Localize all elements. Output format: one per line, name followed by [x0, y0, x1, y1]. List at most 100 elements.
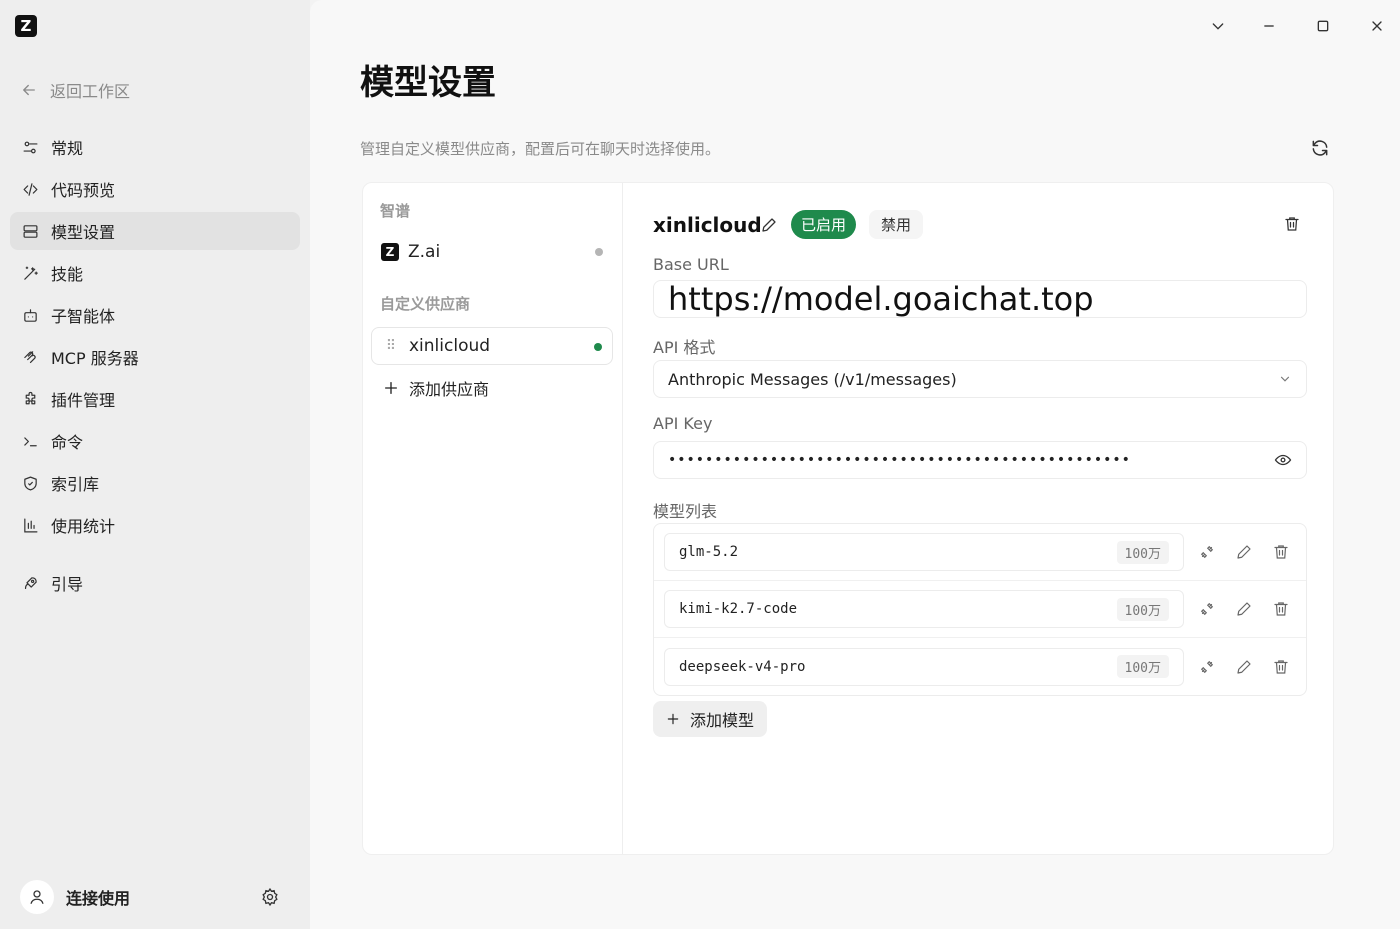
- connect-test-icon[interactable]: [1198, 600, 1216, 618]
- api-key-label: API Key: [653, 414, 713, 433]
- page-title: 模型设置: [360, 63, 496, 103]
- trash-icon[interactable]: [1272, 600, 1290, 618]
- model-name: kimi-k2.7-code: [679, 601, 798, 617]
- nav-item-commands[interactable]: 命令: [10, 422, 300, 460]
- status-dot: [595, 248, 603, 256]
- nav-item-guide[interactable]: 引导: [10, 564, 290, 602]
- plus-icon: [385, 382, 397, 394]
- user-bar: 连接使用: [20, 878, 290, 916]
- model-name-field[interactable]: glm-5.2 100万: [664, 533, 1184, 571]
- model-name-field[interactable]: kimi-k2.7-code 100万: [664, 590, 1184, 628]
- provider-item-zai[interactable]: Z Z.ai: [371, 233, 613, 271]
- pencil-icon[interactable]: [760, 216, 778, 234]
- status-dot: [594, 343, 602, 351]
- pencil-icon[interactable]: [1235, 658, 1253, 676]
- model-list: glm-5.2 100万 kimi-k2.7-code 100万 deepsee…: [653, 523, 1307, 696]
- close-icon: [1372, 21, 1382, 31]
- nav-item-mcp-servers[interactable]: MCP 服务器: [10, 338, 300, 376]
- nav-label: MCP 服务器: [51, 349, 139, 368]
- close-window-button[interactable]: [1365, 14, 1389, 38]
- nav-item-index[interactable]: 索引库: [10, 464, 300, 502]
- zai-logo-icon: Z: [381, 243, 399, 261]
- rocket-icon: [24, 576, 37, 589]
- magic-wand-icon: [24, 266, 38, 280]
- eye-icon[interactable]: [1274, 451, 1292, 469]
- trash-icon[interactable]: [1283, 215, 1301, 233]
- model-name-field[interactable]: deepseek-v4-pro 100万: [664, 647, 1184, 686]
- trash-icon[interactable]: [1272, 658, 1290, 676]
- disable-button[interactable]: 禁用: [869, 210, 924, 239]
- refresh-icon[interactable]: [1310, 138, 1330, 158]
- model-list-label: 模型列表: [653, 502, 718, 521]
- minimize-icon: [1264, 25, 1274, 27]
- maximize-icon: [1317, 20, 1329, 32]
- model-row: deepseek-v4-pro 100万: [654, 638, 1306, 695]
- api-key-input[interactable]: ••••••••••••••••••••••••••••••••••••••••…: [653, 441, 1307, 479]
- custom-section-label: 自定义供应商: [380, 295, 471, 313]
- nav-label: 常规: [51, 139, 84, 158]
- provider-name: xinlicloud: [409, 336, 491, 356]
- chevron-down-icon: [1212, 23, 1224, 30]
- pencil-icon[interactable]: [1235, 600, 1253, 618]
- connect-test-icon[interactable]: [1198, 658, 1216, 676]
- settings-nav: 常规 代码预览 模型设置 技能 子智能体 MCP 服务器 插件管理 命令 索引库…: [10, 128, 300, 548]
- back-to-workspace-link[interactable]: 返回工作区: [20, 78, 130, 102]
- model-row: kimi-k2.7-code 100万: [654, 581, 1306, 638]
- api-format-select[interactable]: Anthropic Messages (/v1/messages): [653, 360, 1307, 398]
- add-model-label: 添加模型: [690, 711, 755, 730]
- maximize-button[interactable]: [1311, 14, 1335, 38]
- nav-label: 代码预览: [51, 181, 116, 200]
- nav-item-model-settings[interactable]: 模型设置: [10, 212, 300, 250]
- back-label: 返回工作区: [50, 82, 131, 101]
- add-model-button[interactable]: 添加模型: [653, 701, 768, 737]
- code-icon: [23, 182, 38, 196]
- server-icon: [23, 224, 38, 238]
- minimize-button[interactable]: [1257, 14, 1281, 38]
- plus-icon: [667, 713, 679, 725]
- sliders-icon: [23, 141, 38, 153]
- nav-item-code-preview[interactable]: 代码预览: [10, 170, 300, 208]
- model-name: glm-5.2: [679, 544, 739, 560]
- nav-label: 技能: [51, 265, 84, 284]
- add-provider-label: 添加供应商: [409, 380, 490, 399]
- provider-title: xinlicloud: [653, 213, 762, 237]
- nav-item-usage-stats[interactable]: 使用统计: [10, 506, 300, 544]
- user-icon: [30, 890, 44, 904]
- sidebar: Z 返回工作区 常规 代码预览 模型设置 技能 子智能体 MCP 服务器 插件管…: [0, 0, 310, 929]
- user-name: 连接使用: [66, 889, 131, 908]
- bot-icon: [24, 308, 37, 322]
- provider-list: 智谱 Z Z.ai 自定义供应商 ⠿ xinlicloud 添加供应商: [363, 183, 623, 854]
- drag-handle-icon[interactable]: ⠿: [382, 338, 400, 354]
- pencil-icon[interactable]: [1235, 543, 1253, 561]
- gear-icon[interactable]: [260, 887, 280, 907]
- page-description: 管理自定义模型供应商，配置后可在聊天时选择使用。: [360, 140, 721, 158]
- chevron-down-icon: [1280, 376, 1290, 382]
- nav-label: 插件管理: [51, 391, 116, 410]
- provider-panel: 智谱 Z Z.ai 自定义供应商 ⠿ xinlicloud 添加供应商 xinl…: [362, 182, 1334, 855]
- main-content: 模型设置 管理自定义模型供应商，配置后可在聊天时选择使用。 智谱 Z Z.ai …: [310, 0, 1400, 929]
- nav-item-plugins[interactable]: 插件管理: [10, 380, 300, 418]
- trash-icon[interactable]: [1272, 543, 1290, 561]
- base-url-input[interactable]: https://model.goaichat.top: [653, 280, 1307, 318]
- nav-label: 命令: [51, 433, 84, 452]
- api-format-value: Anthropic Messages (/v1/messages): [668, 369, 957, 389]
- arrow-left-icon: [23, 84, 35, 96]
- connect-test-icon[interactable]: [1198, 543, 1216, 561]
- provider-item-xinlicloud[interactable]: ⠿ xinlicloud: [371, 327, 613, 365]
- avatar[interactable]: [20, 880, 54, 914]
- nav-item-general[interactable]: 常规: [10, 128, 300, 166]
- mcp-icon: [24, 350, 36, 363]
- api-key-value: ••••••••••••••••••••••••••••••••••••••••…: [668, 452, 1131, 468]
- context-badge: 100万: [1116, 540, 1169, 564]
- nav-item-skills[interactable]: 技能: [10, 254, 300, 292]
- shield-icon: [24, 476, 37, 490]
- puzzle-icon: [25, 391, 36, 404]
- add-provider-button[interactable]: 添加供应商: [383, 376, 489, 400]
- terminal-icon: [24, 436, 37, 446]
- builtin-section-label: 智谱: [380, 202, 411, 220]
- guide-label: 引导: [51, 575, 84, 594]
- enabled-badge: 已启用: [791, 210, 857, 239]
- nav-item-subagents[interactable]: 子智能体: [10, 296, 300, 334]
- model-row: glm-5.2 100万: [654, 524, 1306, 581]
- collapse-window-button[interactable]: [1206, 14, 1230, 38]
